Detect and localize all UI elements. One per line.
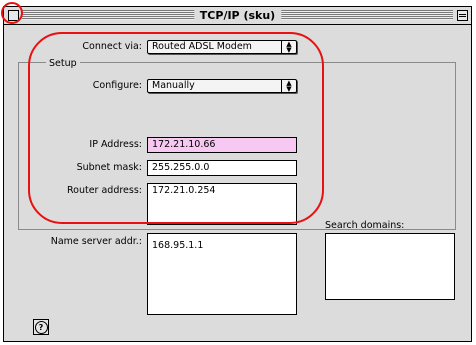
name-server-field[interactable]: 168.95.1.1	[147, 233, 297, 315]
close-box-highlight	[1, 2, 23, 24]
help-button[interactable]: ?	[33, 319, 49, 335]
name-server-label: Name server addr.:	[50, 236, 142, 247]
setup-highlight	[28, 32, 324, 224]
title-bar[interactable]: TCP/IP (sku)	[4, 7, 471, 25]
search-domains-label: Search domains:	[325, 220, 405, 231]
window-title: TCP/IP (sku)	[193, 8, 282, 23]
help-icon: ?	[34, 321, 48, 334]
zoom-box-icon[interactable]	[457, 10, 468, 21]
search-domains-field[interactable]	[325, 233, 455, 300]
